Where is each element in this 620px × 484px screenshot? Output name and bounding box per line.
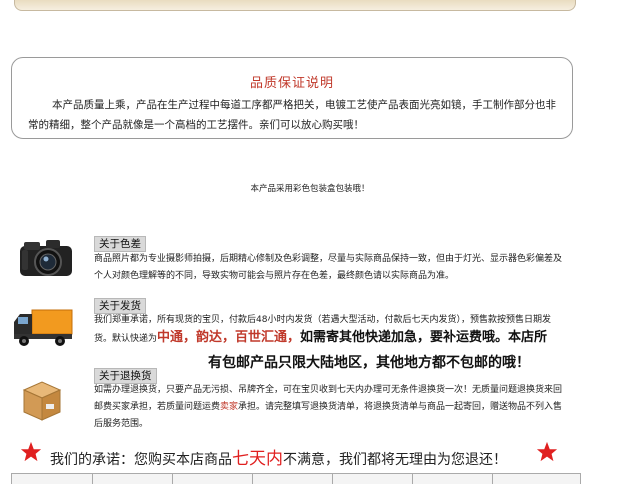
camera-icon <box>20 240 72 276</box>
quality-title: 品质保证说明 <box>249 76 334 91</box>
section-text-returns: 如需办理退换货，只要产品无污损、吊牌齐全，可在宝贝收到七天内办理可无条件退换货一… <box>94 382 568 433</box>
promise-text: 我们的承诺：您购买本店商品七天内不满意，我们都将无理由为您退还！ <box>50 444 507 469</box>
shipping-text-suffix: 如需寄其他快递加急，要补运费哦。本店所 <box>300 330 548 345</box>
promise-highlight: 七天内 <box>232 449 283 469</box>
promise-prefix: 我们的承诺：您购买本店商品 <box>50 452 232 468</box>
quality-body: 本产品质量上乘，产品在生产过程中每道工序都严格把关，电镀工艺使产品表面光亮如镜，… <box>28 99 556 131</box>
star-icon <box>20 441 42 462</box>
top-image-frame <box>14 0 576 11</box>
promise-suffix: 不满意，我们都将无理由为您退还！ <box>283 452 507 468</box>
box-icon <box>22 381 62 421</box>
shipping-free-region-notice: 有包邮产品只限大陆地区，其他地方都不包邮的哦！ <box>208 355 530 371</box>
star-icon <box>536 441 558 462</box>
shipping-couriers: 中通，韵达，百世汇通， <box>157 330 301 345</box>
truck-icon <box>14 309 73 346</box>
quality-guarantee-box: 品质保证说明 本产品质量上乘，产品在生产过程中每道工序都严格把关，电镀工艺使产品… <box>11 57 573 139</box>
section-text-color: 商品照片都为专业摄影师拍摄，后期精心修制及色彩调整，尽量与实际商品保持一致，但由… <box>94 254 563 281</box>
packaging-note: 本产品采用彩色包装盒包装哦！ <box>250 184 370 194</box>
section-label-color: 关于色差 <box>94 236 146 252</box>
bottom-table-header <box>11 473 581 484</box>
returns-seller: 卖家 <box>220 402 239 412</box>
promise-line: 我们的承诺：您购买本店商品七天内不满意，我们都将无理由为您退还！ <box>0 441 620 469</box>
section-text-shipping: 我们郑重承诺，所有现货的宝贝，付款后48小时内发货（若遇大型活动，付款后七天内发… <box>94 312 568 348</box>
